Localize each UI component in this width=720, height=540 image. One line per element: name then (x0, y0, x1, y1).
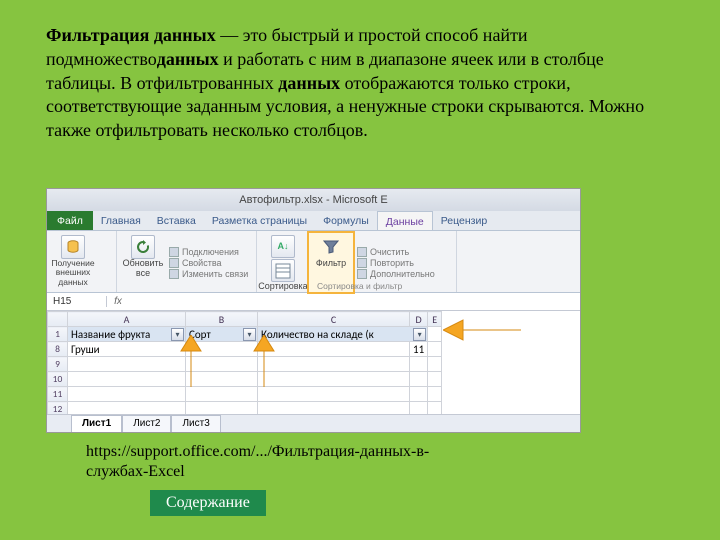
cell-e1[interactable] (428, 327, 442, 342)
sheet-tab-2[interactable]: Лист2 (122, 415, 171, 432)
get-external-data-button[interactable]: Получение внешних данных (51, 233, 95, 292)
chevron-down-icon: ▾ (175, 330, 179, 340)
reapply-filter-button[interactable]: Повторить (357, 258, 435, 268)
cell-e8[interactable] (428, 342, 442, 357)
chevron-down-icon: ▾ (247, 330, 251, 340)
col-header-e[interactable]: E (428, 312, 442, 327)
row-header[interactable]: 11 (48, 387, 68, 402)
clear-icon (357, 247, 367, 257)
advanced-filter-button[interactable]: Дополнительно (357, 269, 435, 279)
table-row: 1 Название фрукта▾ Сорт▾ Количество на с… (48, 327, 442, 342)
cell-b8[interactable] (186, 342, 258, 357)
sheet-tab-1[interactable]: Лист1 (71, 415, 122, 432)
refresh-icon (131, 235, 155, 259)
tab-layout[interactable]: Разметка страницы (204, 211, 315, 230)
sort-az-icon: A↓ (271, 235, 295, 258)
funnel-small-icon: ▾ (418, 330, 422, 340)
table-row: 10 (48, 372, 442, 387)
cell-b1[interactable]: Сорт▾ (186, 327, 258, 342)
row-header[interactable]: 8 (48, 342, 68, 357)
tab-insert[interactable]: Вставка (149, 211, 204, 230)
fx-icon[interactable]: fx (107, 296, 129, 307)
column-header-row: A B C D E (48, 312, 442, 327)
table-row: 11 (48, 387, 442, 402)
funnel-icon (319, 235, 343, 259)
window-title: Автофильтр.xlsx - Microsoft E (47, 189, 580, 211)
connections-icon (169, 247, 179, 257)
col-header-a[interactable]: A (68, 312, 186, 327)
select-all-corner[interactable] (48, 312, 68, 327)
cell-a8[interactable]: Груши (68, 342, 186, 357)
sheet-tab-3[interactable]: Лист3 (171, 415, 220, 432)
col-header-d[interactable]: D (410, 312, 428, 327)
ribbon-tabs: Файл Главная Вставка Разметка страницы Ф… (47, 211, 580, 231)
edit-links-button[interactable]: Изменить связи (169, 269, 248, 279)
cell-c8[interactable] (258, 342, 410, 357)
ribbon-body: Получение внешних данных Обновить все По… (47, 231, 580, 293)
intro-paragraph: Фильтрация данных — это быстрый и просто… (46, 24, 661, 143)
properties-button[interactable]: Свойства (169, 258, 248, 268)
tab-home[interactable]: Главная (93, 211, 149, 230)
connections-button[interactable]: Подключения (169, 247, 248, 257)
cell-d8[interactable]: 11 (410, 342, 428, 357)
tab-data[interactable]: Данные (377, 211, 433, 230)
clear-filter-button[interactable]: Очистить (357, 247, 435, 257)
term1: Фильтрация данных (46, 25, 216, 45)
row-header[interactable]: 10 (48, 372, 68, 387)
col-header-b[interactable]: B (186, 312, 258, 327)
group-label-sortfilter: Сортировка и фильтр (317, 281, 402, 291)
tab-review[interactable]: Рецензир (433, 211, 495, 230)
name-box[interactable]: H15 (47, 296, 107, 307)
advanced-icon (357, 269, 367, 279)
row-header[interactable]: 1 (48, 327, 68, 342)
filter-dropdown-a[interactable]: ▾ (171, 328, 184, 341)
source-url: https://support.office.com/.../Фильтраци… (86, 442, 486, 482)
tab-file[interactable]: Файл (47, 211, 93, 230)
filter-dropdown-b[interactable]: ▾ (243, 328, 256, 341)
cell-c1[interactable]: Количество на складе (к▾ (258, 327, 428, 342)
editlinks-icon (169, 269, 179, 279)
contents-button[interactable]: Содержание (150, 490, 266, 516)
row-header[interactable]: 9 (48, 357, 68, 372)
formula-bar: H15 fx (47, 293, 580, 311)
table-row: 8 Груши 11 (48, 342, 442, 357)
refresh-all-button[interactable]: Обновить все (121, 233, 165, 292)
annotation-arrow-c (443, 317, 521, 343)
properties-icon (169, 258, 179, 268)
table-row: 9 (48, 357, 442, 372)
sheet-tab-bar: Лист1 Лист2 Лист3 (47, 414, 580, 432)
sort-button[interactable]: A↓ Сортировка (261, 233, 305, 292)
database-icon (61, 235, 85, 259)
cell-a1[interactable]: Название фрукта▾ (68, 327, 186, 342)
excel-screenshot: Автофильтр.xlsx - Microsoft E Файл Главн… (46, 188, 581, 433)
tab-formulas[interactable]: Формулы (315, 211, 377, 230)
filter-dropdown-c[interactable]: ▾ (413, 328, 426, 341)
col-header-c[interactable]: C (258, 312, 410, 327)
sort-table-icon (271, 259, 295, 282)
reapply-icon (357, 258, 367, 268)
